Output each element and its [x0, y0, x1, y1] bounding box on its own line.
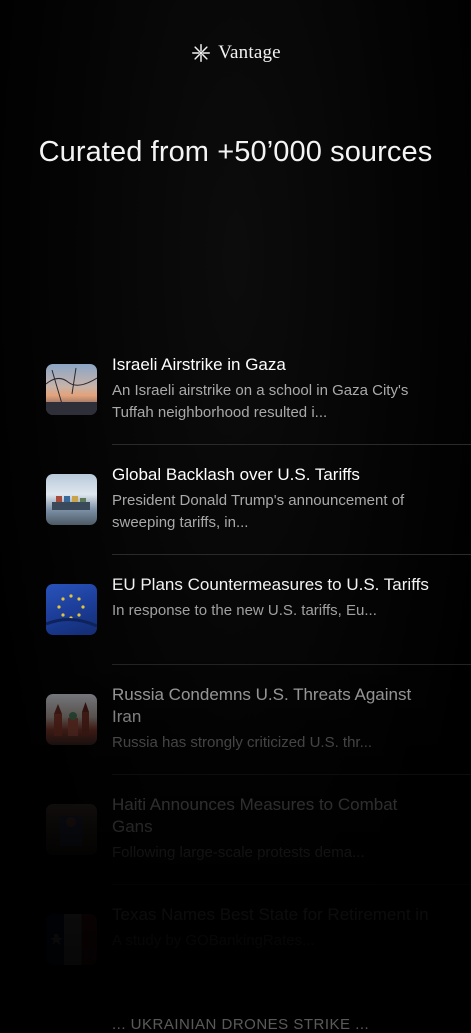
news-title: Global Backlash over U.S. Tariffs	[112, 465, 360, 484]
news-summary: Russia has strongly criticized U.S. thr.…	[112, 734, 373, 751]
news-item-eu-countermeasures[interactable]: EU Plans Countermeasures to U.S. Tariffs…	[0, 555, 471, 665]
news-thumbnail	[46, 804, 97, 855]
news-summary: A study by GOBankingRates...	[112, 932, 315, 949]
news-title: Israeli Airstrike in Gaza	[112, 355, 286, 374]
news-summary: An Israeli airstrike on a school in Gaza…	[112, 382, 409, 421]
news-summary: Following large-scale protests dema...	[112, 844, 365, 861]
app-name: Vantage	[218, 42, 281, 63]
news-title: EU Plans Countermeasures to U.S. Tariffs	[112, 575, 429, 594]
news-title: Texas Names Best State for Retirement in	[112, 905, 429, 924]
news-item-russia-iran[interactable]: Russia Condemns U.S. Threats Against Ira…	[0, 665, 471, 775]
news-thumbnail	[46, 584, 97, 635]
news-thumbnail	[46, 914, 97, 965]
news-thumbnail	[46, 694, 97, 745]
news-title: Russia Condemns U.S. Threats Against Ira…	[112, 685, 412, 726]
news-item-haiti[interactable]: Haiti Announces Measures to Combat Gans …	[0, 775, 471, 885]
news-item-tariffs-backlash[interactable]: Global Backlash over U.S. Tariffs Presid…	[0, 445, 471, 555]
news-item-gaza[interactable]: Israeli Airstrike in Gaza An Israeli air…	[0, 335, 471, 445]
news-item-texas[interactable]: Texas Names Best State for Retirement in…	[0, 885, 471, 995]
hero-title: Curated from +50’000 sources	[38, 136, 433, 168]
news-feed: Israeli Airstrike in Gaza An Israeli air…	[0, 335, 471, 995]
app-brand: Vantage	[0, 42, 471, 64]
news-summary: In response to the new U.S. tariffs, Eu.…	[112, 602, 377, 619]
news-thumbnail	[46, 474, 97, 525]
sparkle-icon	[192, 44, 211, 62]
news-title: Haiti Announces Measures to Combat Gans	[112, 795, 398, 836]
cut-off-item-title: ... UKRAINIAN DRONES STRIKE ...	[112, 1016, 370, 1033]
news-summary: President Donald Trump's announcement of…	[112, 492, 405, 531]
news-thumbnail	[46, 364, 97, 415]
